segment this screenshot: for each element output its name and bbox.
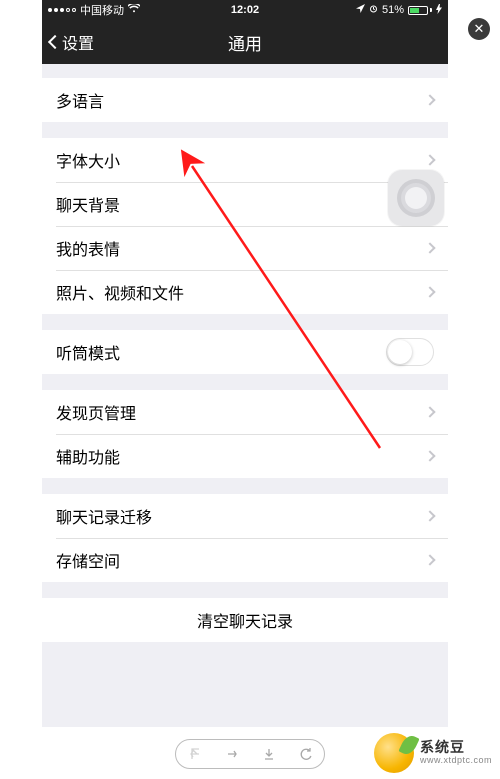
signal-dots-icon (48, 8, 76, 12)
group-clear: 清空聊天记录 (42, 598, 448, 642)
row-label: 听筒模式 (56, 340, 386, 364)
row-accessibility[interactable]: 辅助功能 (42, 434, 448, 478)
wifi-icon (128, 4, 140, 16)
chevron-right-icon (424, 94, 435, 105)
earpiece-toggle[interactable] (386, 338, 434, 366)
chevron-right-icon (424, 154, 435, 165)
chevron-right-icon (424, 286, 435, 297)
chevron-left-icon (48, 35, 62, 49)
watermark-title: 系统豆 (420, 740, 492, 755)
row-label: 聊天背景 (56, 192, 426, 216)
toolbar-prev-button[interactable] (183, 742, 207, 766)
chevron-right-icon (424, 242, 435, 253)
row-photos-videos-files[interactable]: 照片、视频和文件 (42, 270, 448, 314)
status-right: 51% (356, 4, 442, 17)
row-label: 照片、视频和文件 (56, 280, 426, 304)
toolbar-download-button[interactable] (257, 742, 281, 766)
row-label: 辅助功能 (56, 444, 426, 468)
group-earpiece: 听筒模式 (42, 330, 448, 374)
group-language: 多语言 (42, 78, 448, 122)
charging-icon (436, 4, 442, 17)
row-chat-migration[interactable]: 聊天记录迁移 (42, 494, 448, 538)
row-label: 存储空间 (56, 548, 426, 572)
phone-frame: 中国移动 12:02 51% (42, 0, 448, 727)
nav-bar: 设置 通用 (42, 20, 448, 64)
row-multilanguage[interactable]: 多语言 (42, 78, 448, 122)
row-discover-manage[interactable]: 发现页管理 (42, 390, 448, 434)
row-earpiece-mode: 听筒模式 (42, 330, 448, 374)
settings-list: 多语言 字体大小 聊天背景 我的表情 照片、视频和文件 (42, 78, 448, 642)
battery-icon (408, 6, 432, 15)
group-features: 发现页管理 辅助功能 (42, 390, 448, 478)
row-my-stickers[interactable]: 我的表情 (42, 226, 448, 270)
chevron-right-icon (424, 554, 435, 565)
carrier-label: 中国移动 (80, 2, 124, 18)
assistive-touch-button[interactable] (388, 170, 444, 226)
row-label: 我的表情 (56, 236, 426, 260)
watermark-url: www.xtdptc.com (420, 756, 492, 766)
alarm-icon (369, 4, 378, 16)
group-storage: 聊天记录迁移 存储空间 (42, 494, 448, 582)
site-watermark: 系统豆 www.xtdptc.com (370, 727, 500, 779)
chevron-right-icon (424, 450, 435, 461)
row-storage-space[interactable]: 存储空间 (42, 538, 448, 582)
viewer-toolbar (175, 739, 325, 769)
watermark-logo-icon (374, 733, 414, 773)
battery-pct: 51% (382, 4, 404, 16)
group-display: 字体大小 聊天背景 我的表情 照片、视频和文件 (42, 138, 448, 314)
row-label: 多语言 (56, 88, 426, 112)
location-icon (356, 4, 365, 16)
row-label: 清空聊天记录 (197, 608, 293, 632)
assistive-touch-icon (405, 187, 427, 209)
status-bar: 中国移动 12:02 51% (42, 0, 448, 20)
row-clear-chat-history[interactable]: 清空聊天记录 (42, 598, 448, 642)
chevron-right-icon (424, 406, 435, 417)
row-label: 字体大小 (56, 148, 426, 172)
close-icon: ✕ (474, 21, 485, 37)
overlay-close-button[interactable]: ✕ (468, 18, 490, 40)
status-left: 中国移动 (48, 2, 140, 18)
toolbar-rotate-button[interactable] (294, 742, 318, 766)
back-label: 设置 (62, 30, 94, 54)
row-label: 发现页管理 (56, 400, 426, 424)
row-font-size[interactable]: 字体大小 (42, 138, 448, 182)
back-button[interactable]: 设置 (42, 30, 102, 54)
row-label: 聊天记录迁移 (56, 504, 426, 528)
page-title: 通用 (42, 30, 448, 55)
toolbar-next-button[interactable] (220, 742, 244, 766)
chevron-right-icon (424, 510, 435, 521)
